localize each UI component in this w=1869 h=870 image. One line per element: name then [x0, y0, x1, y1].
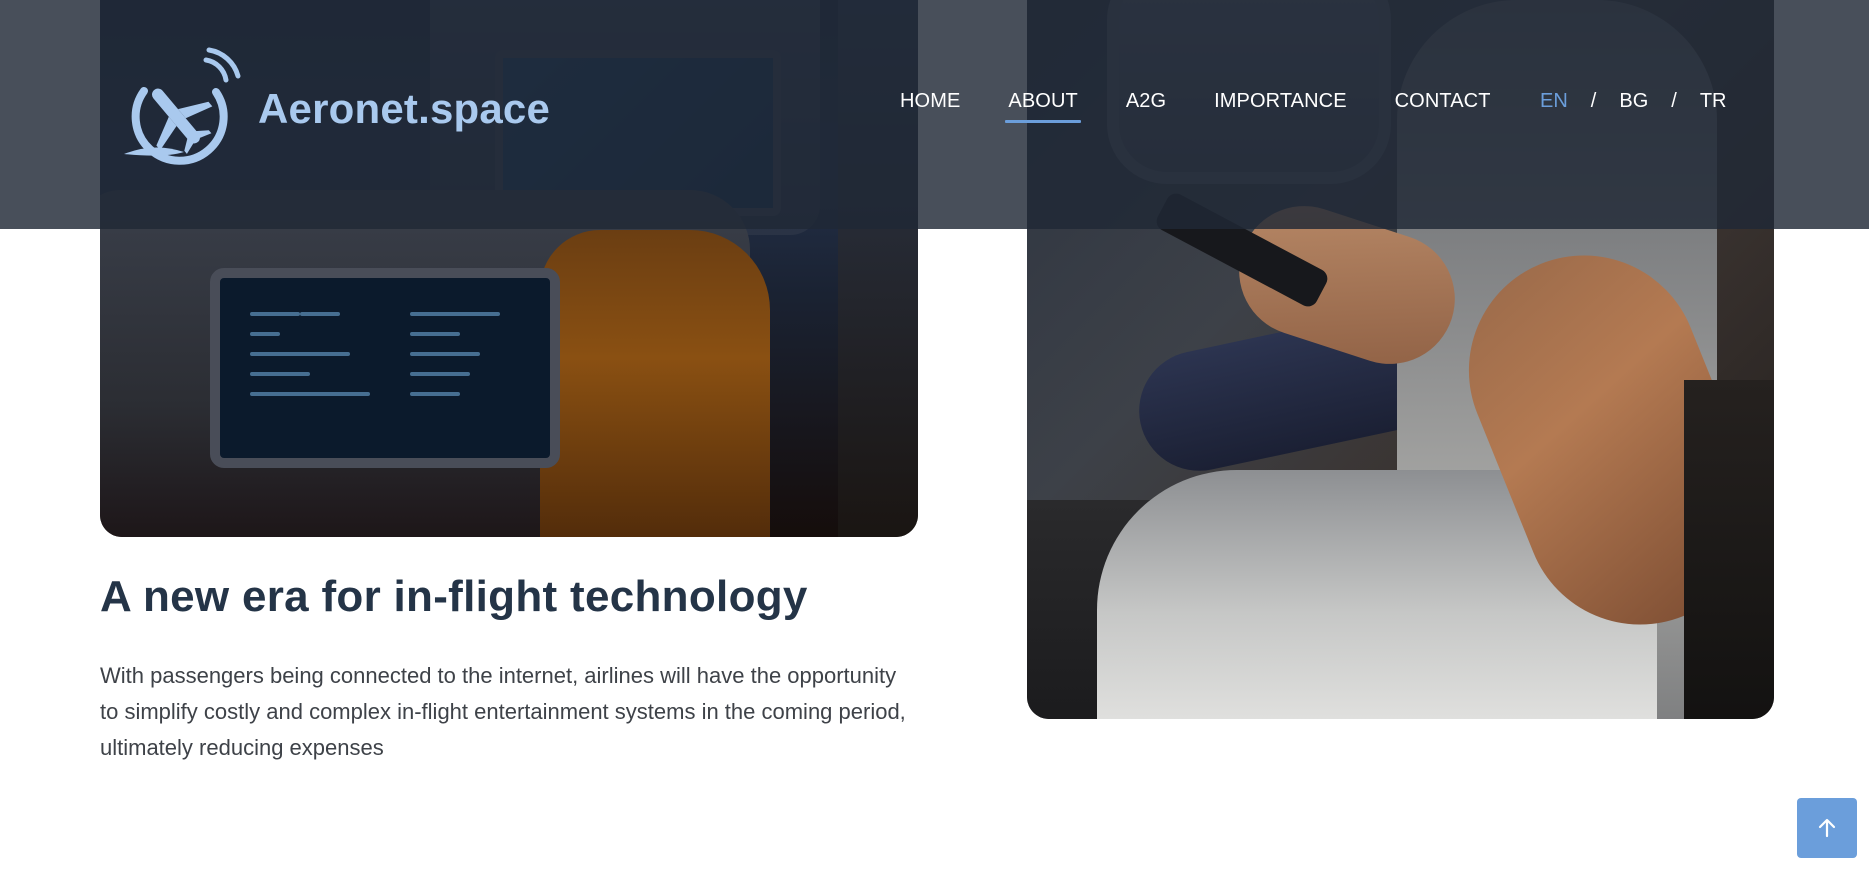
arrow-up-icon: [1818, 818, 1836, 838]
nav-item-importance[interactable]: IMPORTANCE: [1214, 90, 1347, 123]
lang-separator: /: [1590, 90, 1597, 112]
plane-signal-icon: [114, 46, 256, 166]
site-header: Aeronet.space HOME ABOUT A2G IMPORTANCE …: [0, 0, 1869, 229]
section-paragraph: With passengers being connected to the i…: [100, 663, 906, 760]
main-nav: HOME ABOUT A2G IMPORTANCE CONTACT: [900, 90, 1539, 128]
language-switcher: EN / BG / TR: [1540, 90, 1727, 113]
nav-item-about[interactable]: ABOUT: [1005, 90, 1082, 123]
page: Aeronet.space HOME ABOUT A2G IMPORTANCE …: [0, 0, 1869, 870]
lang-option-bg[interactable]: BG: [1619, 90, 1648, 113]
nav-item-home[interactable]: HOME: [900, 90, 960, 123]
back-to-top-button[interactable]: [1797, 798, 1857, 858]
section-heading: A new era for in-flight technology: [100, 572, 808, 621]
nav-item-contact[interactable]: CONTACT: [1395, 90, 1491, 123]
lang-option-en[interactable]: EN: [1540, 90, 1568, 113]
brand-name: Aeronet.space: [258, 85, 551, 132]
lang-separator: /: [1671, 90, 1677, 112]
lang-option-tr[interactable]: TR: [1700, 90, 1727, 113]
nav-item-a2g[interactable]: A2G: [1126, 90, 1166, 123]
brand-logo[interactable]: Aeronet.space: [114, 46, 574, 166]
